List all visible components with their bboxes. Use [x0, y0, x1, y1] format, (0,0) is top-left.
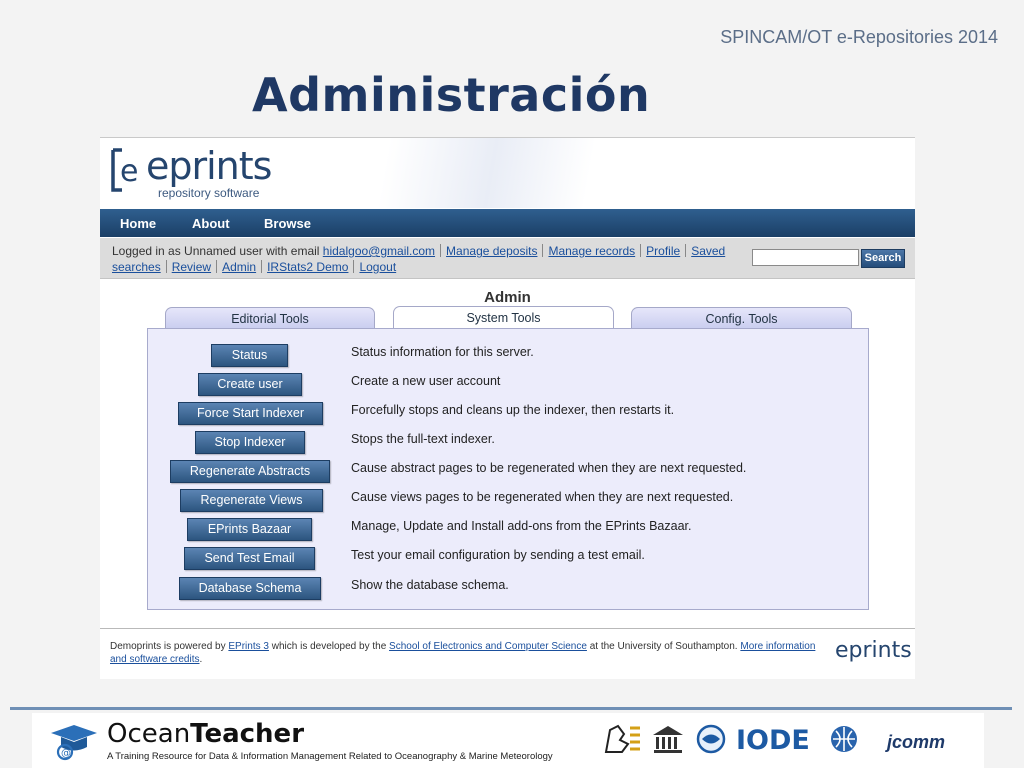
eprints-screenshot: e eprints repository software Home About… [100, 137, 915, 679]
slide-title: Administración [252, 68, 651, 122]
main-nav: Home About Browse [100, 209, 915, 237]
admin-link[interactable]: Admin [222, 260, 256, 274]
footer-divider [100, 628, 915, 629]
eprints-logo-subtitle: repository software [158, 186, 260, 200]
brand-bold: Teacher [190, 719, 305, 749]
force-start-indexer-description: Forcefully stops and cleans up the index… [351, 403, 675, 417]
status-description: Status information for this server. [351, 345, 534, 359]
tab-editorial-tools[interactable]: Editorial Tools [165, 307, 375, 329]
user-email-link[interactable]: hidalgoo@gmail.com [323, 244, 435, 258]
footer-text-4: . [199, 654, 203, 665]
footer-text-2: which is developed by the [268, 641, 390, 652]
send-test-email-button[interactable]: Send Test Email [184, 547, 315, 570]
eprints-bazaar-button[interactable]: EPrints Bazaar [187, 518, 312, 541]
svg-text:e: e [120, 154, 138, 189]
stop-indexer-button[interactable]: Stop Indexer [195, 431, 305, 454]
oceanteacher-footer: @ OceanTeacher A Training Resource for D… [32, 713, 984, 768]
iode-logo: IODE [736, 725, 810, 756]
nav-home[interactable]: Home [120, 216, 156, 231]
logged-in-label: Logged in as Unnamed user with email [112, 244, 320, 258]
create-user-description: Create a new user account [351, 374, 501, 388]
ecs-link[interactable]: School of Electronics and Computer Scien… [389, 641, 587, 652]
system-tools-panel: Status Status information for this serve… [147, 328, 869, 610]
footer-credits: Demoprints is powered by EPrints 3 which… [110, 640, 820, 666]
regenerate-abstracts-description: Cause abstract pages to be regenerated w… [351, 461, 747, 475]
eprints3-link[interactable]: EPrints 3 [228, 641, 269, 652]
nav-about[interactable]: About [192, 216, 230, 231]
stop-indexer-description: Stops the full-text indexer. [351, 432, 495, 446]
saved-searches-link[interactable]: Saved [691, 244, 725, 258]
svg-text:@: @ [61, 748, 71, 759]
database-schema-button[interactable]: Database Schema [179, 577, 321, 600]
footer-text-1: Demoprints is powered by [110, 641, 229, 652]
nav-browse[interactable]: Browse [264, 216, 311, 231]
regenerate-views-description: Cause views pages to be regenerated when… [351, 490, 734, 504]
footer-text-3: at the University of Southampton. [586, 641, 741, 652]
search-button[interactable]: Search [861, 249, 905, 268]
regenerate-abstracts-button[interactable]: Regenerate Abstracts [170, 460, 330, 483]
send-test-email-description: Test your email configuration by sending… [351, 548, 645, 562]
regenerate-views-button[interactable]: Regenerate Views [180, 489, 323, 512]
eprints-banner: e eprints repository software [100, 138, 915, 208]
flanders-lion-icon [604, 724, 640, 753]
oceanteacher-tagline: A Training Resource for Data & Informati… [107, 751, 553, 762]
ioc-globe-icon [696, 724, 726, 754]
eprints-logo-text: eprints [146, 144, 272, 188]
manage-deposits-link[interactable]: Manage deposits [446, 244, 537, 258]
software-credits-link[interactable]: and software credits [110, 654, 200, 665]
irstats-link[interactable]: IRStats2 Demo [267, 260, 348, 274]
create-user-button[interactable]: Create user [198, 373, 302, 396]
wmo-globe-icon [831, 726, 857, 752]
footer-logo-text: eprints [835, 638, 912, 663]
tab-system-tools[interactable]: System Tools [393, 306, 614, 329]
graduation-cap-icon: @ [51, 725, 97, 761]
logout-link[interactable]: Logout [359, 260, 396, 274]
database-schema-description: Show the database schema. [351, 578, 509, 592]
status-button[interactable]: Status [211, 344, 288, 367]
jcomm-logo: jcomm [887, 732, 946, 752]
unesco-temple-icon [653, 726, 683, 753]
brand-plain: Ocean [107, 719, 191, 749]
oceanteacher-brand: OceanTeacher [107, 719, 304, 749]
profile-link[interactable]: Profile [646, 244, 680, 258]
saved-searches-link-cont[interactable]: searches [112, 260, 161, 274]
force-start-indexer-button[interactable]: Force Start Indexer [178, 402, 323, 425]
more-information-link[interactable]: More information [740, 641, 815, 652]
eprints-bazaar-description: Manage, Update and Install add-ons from … [351, 519, 692, 533]
tab-config-tools[interactable]: Config. Tools [631, 307, 852, 329]
manage-records-link[interactable]: Manage records [548, 244, 635, 258]
search-input[interactable] [752, 249, 859, 266]
review-link[interactable]: Review [172, 260, 211, 274]
bottom-divider [10, 707, 1012, 710]
admin-page-title: Admin [484, 289, 531, 306]
eprints-logo-icon: e [111, 148, 138, 192]
footer-eprints-logo: eprints [835, 638, 912, 668]
slide-header: SPINCAM/OT e-Repositories 2014 [720, 27, 998, 47]
